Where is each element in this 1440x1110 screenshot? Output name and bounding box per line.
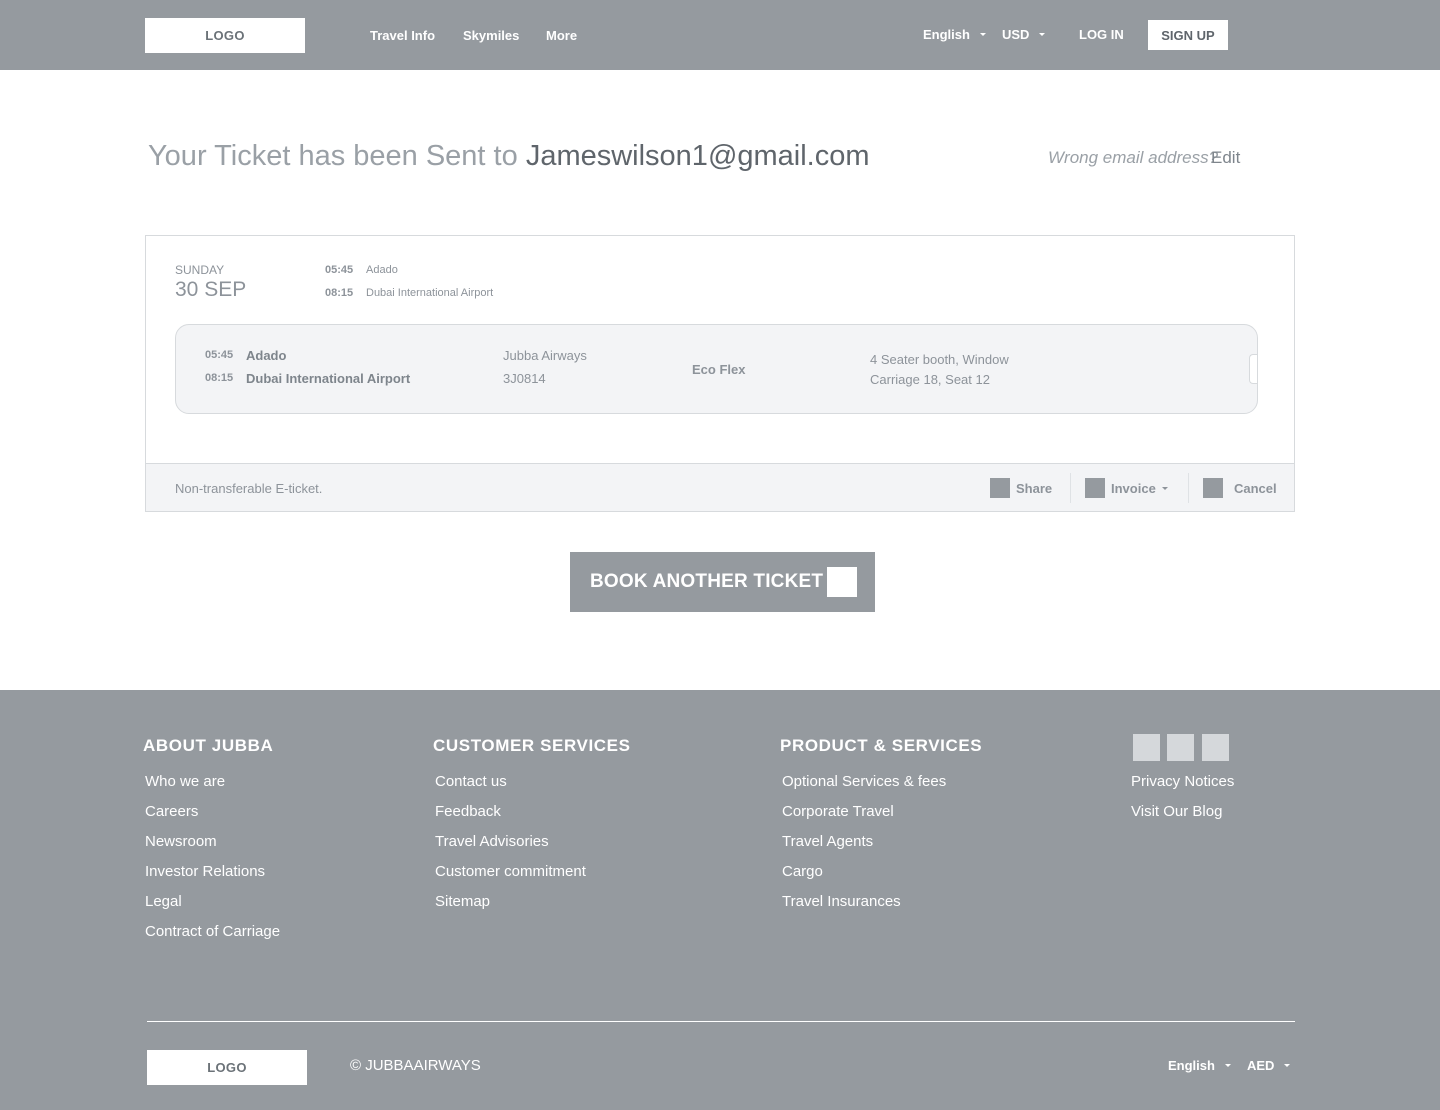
share-icon — [990, 478, 1010, 498]
chevron-down-icon — [1039, 33, 1046, 36]
summary-departure-time: 05:45 — [325, 264, 354, 276]
footer-link-travel-advisories[interactable]: Travel Advisories — [435, 833, 549, 850]
ticket-note: Non-transferable E-ticket. — [175, 481, 323, 496]
nav-travel-info[interactable]: Travel Info — [370, 28, 435, 43]
footer-link-investor-relations[interactable]: Investor Relations — [145, 863, 265, 880]
footer-currency-label: AED — [1247, 1058, 1275, 1073]
nav-skymiles[interactable]: Skymiles — [463, 28, 519, 43]
footer-link-contract-of-carriage[interactable]: Contract of Carriage — [145, 923, 280, 940]
summary-arrival-time: 08:15 — [325, 287, 354, 299]
title-prefix: Your Ticket has been Sent to — [148, 140, 518, 172]
invoice-icon — [1085, 478, 1105, 498]
invoice-dropdown[interactable]: Invoice — [1085, 478, 1168, 498]
ticket-date: 30 SEP — [175, 278, 247, 301]
summary-departure-place: Adado — [366, 264, 398, 276]
invoice-label: Invoice — [1111, 480, 1156, 496]
airline-name: Jubba Airways — [503, 348, 587, 363]
footer-divider — [147, 1021, 1295, 1022]
ticket-card: SUNDAY 30 SEP 05:45 Adado 08:15 Dubai In… — [145, 235, 1295, 512]
site-footer: ABOUT JUBBA Who we are Careers Newsroom … — [0, 690, 1440, 1110]
page-title: Your Ticket has been Sent to Jameswilson… — [148, 140, 870, 173]
currency-dropdown[interactable]: USD — [1002, 27, 1046, 42]
footer-link-careers[interactable]: Careers — [145, 803, 198, 820]
ticket-day: SUNDAY — [175, 263, 225, 277]
seat-type: 4 Seater booth, Window — [870, 352, 1009, 367]
chevron-down-icon — [979, 33, 986, 36]
footer-link-privacy-notices[interactable]: Privacy Notices — [1131, 773, 1234, 790]
book-another-ticket-button[interactable]: BOOK ANOTHER TICKET — [570, 552, 875, 612]
footer-link-travel-agents[interactable]: Travel Agents — [782, 833, 873, 850]
footer-link-who-we-are[interactable]: Who we are — [145, 773, 225, 790]
language-label: English — [923, 27, 970, 42]
leg-departure-time: 05:45 — [205, 349, 234, 361]
leg-arrival-time: 08:15 — [205, 372, 234, 384]
fare-class: Eco Flex — [692, 362, 746, 377]
summary-arrival-place: Dubai International Airport — [366, 287, 494, 299]
cancel-label: Cancel — [1234, 480, 1277, 496]
seat-location: Carriage 18, Seat 12 — [870, 372, 990, 387]
footer-link-sitemap[interactable]: Sitemap — [435, 893, 490, 910]
footer-link-travel-insurances[interactable]: Travel Insurances — [782, 893, 901, 910]
social-icon[interactable] — [1167, 734, 1194, 761]
footer-link-newsroom[interactable]: Newsroom — [145, 833, 217, 850]
social-icon[interactable] — [1133, 734, 1160, 761]
action-divider — [1188, 473, 1189, 503]
leg-expand-tab[interactable] — [1249, 354, 1257, 384]
footer-link-feedback[interactable]: Feedback — [435, 803, 501, 820]
wrong-email-prompt: Wrong email address? — [1048, 148, 1219, 167]
signup-button[interactable]: SIGN UP — [1148, 20, 1228, 50]
copyright-text: © JUBBAAIRWAYS — [350, 1057, 481, 1074]
share-label: Share — [1016, 480, 1053, 496]
footer-link-legal[interactable]: Legal — [145, 893, 182, 910]
flight-leg-details[interactable]: 05:45 Adado 08:15 Dubai International Ai… — [175, 324, 1258, 414]
footer-link-contact-us[interactable]: Contact us — [435, 773, 507, 790]
login-button[interactable]: LOG IN — [1079, 27, 1124, 42]
footer-link-corporate-travel[interactable]: Corporate Travel — [782, 803, 894, 820]
footer-link-cargo[interactable]: Cargo — [782, 863, 823, 880]
header-logo[interactable]: LOGO — [145, 18, 305, 53]
footer-products-title: PRODUCT & SERVICES — [780, 736, 983, 755]
language-dropdown[interactable]: English — [923, 27, 986, 42]
footer-currency-dropdown[interactable]: AED — [1247, 1058, 1291, 1073]
chevron-down-icon — [1284, 1064, 1291, 1067]
leg-departure-place: Adado — [246, 348, 287, 363]
social-icon[interactable] — [1202, 734, 1229, 761]
footer-about-title: ABOUT JUBBA — [143, 736, 274, 755]
book-button-label: BOOK ANOTHER TICKET — [590, 571, 824, 592]
footer-language-dropdown[interactable]: English — [1168, 1058, 1231, 1073]
action-divider — [1070, 473, 1071, 503]
footer-customer-title: CUSTOMER SERVICES — [433, 736, 631, 755]
ticket-footer: Non-transferable E-ticket. Share Invoice… — [146, 463, 1294, 511]
chevron-down-icon — [1161, 486, 1168, 490]
recipient-email: Jameswilson1@gmail.com — [525, 140, 870, 172]
leg-arrival-place: Dubai International Airport — [246, 371, 411, 386]
nav-more[interactable]: More — [546, 28, 577, 43]
chevron-down-icon — [1224, 1064, 1231, 1067]
currency-label: USD — [1002, 27, 1030, 42]
footer-language-label: English — [1168, 1058, 1215, 1073]
arrow-icon — [827, 567, 857, 597]
footer-link-visit-our-blog[interactable]: Visit Our Blog — [1131, 803, 1222, 820]
edit-email-link[interactable]: Edit — [1211, 148, 1240, 168]
top-navigation-bar: LOGO Travel Info Skymiles More English U… — [0, 0, 1440, 70]
footer-link-customer-commitment[interactable]: Customer commitment — [435, 863, 586, 880]
cancel-button[interactable]: Cancel — [1203, 478, 1277, 498]
footer-logo[interactable]: LOGO — [147, 1050, 307, 1085]
footer-link-optional-services[interactable]: Optional Services & fees — [782, 773, 946, 790]
share-button[interactable]: Share — [990, 478, 1052, 498]
flight-number: 3J0814 — [503, 371, 546, 386]
cancel-icon — [1203, 478, 1223, 498]
